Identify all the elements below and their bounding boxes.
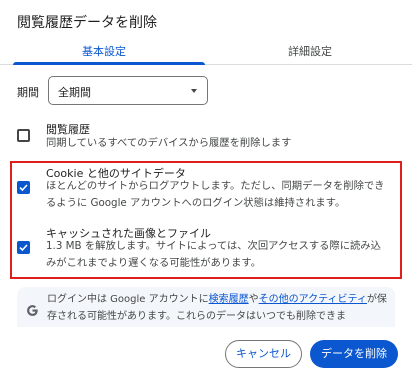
other-activity-link[interactable]: その他のアクティビティ: [259, 294, 367, 305]
info-text-before: ログイン中は Google アカウントに: [47, 294, 209, 305]
account-info-text: ログイン中は Google アカウントに検索履歴やその他のアクティビティが保存さ…: [47, 291, 389, 325]
search-history-link[interactable]: 検索履歴: [209, 294, 249, 305]
tab-bar: 基本設定 詳細設定: [0, 38, 412, 65]
cancel-button[interactable]: キャンセル: [225, 340, 302, 368]
active-tab-indicator: [13, 62, 205, 65]
period-label: 期間: [17, 86, 39, 99]
account-info-box: ログイン中は Google アカウントに検索履歴やその他のアクティビティが保存さ…: [17, 287, 395, 327]
tab-advanced-settings[interactable]: 詳細設定: [288, 43, 332, 59]
period-select-value: 全期間: [58, 86, 91, 99]
period-select[interactable]: 全期間: [48, 76, 208, 105]
delete-data-button[interactable]: データを削除: [310, 340, 398, 368]
option-description: ほとんどのサイトからログアウトします。ただし、同期データを削除できるように Go…: [46, 180, 385, 209]
triangle-down-icon: [191, 89, 197, 93]
check-icon: [19, 184, 28, 192]
clear-browsing-data-dialog: 閲覧履歴データを削除 基本設定 詳細設定 期間 全期間 閲覧履歴 同期しているす…: [0, 0, 412, 382]
option-description: 1.3 MB を解放します。サイトによっては、次回アクセスする際に読み込みがこれ…: [46, 240, 381, 269]
cache-checkbox[interactable]: [17, 241, 30, 254]
browsing-history-checkbox[interactable]: [17, 129, 30, 142]
tab-basic-settings[interactable]: 基本設定: [82, 43, 126, 59]
cookies-checkbox[interactable]: [17, 181, 30, 194]
google-g-icon: [27, 305, 38, 316]
check-icon: [19, 244, 28, 252]
dialog-title: 閲覧履歴データを削除: [17, 15, 157, 31]
option-description: 同期しているすべてのデバイスから履歴を削除します: [46, 137, 292, 149]
info-text-mid: や: [248, 294, 259, 305]
